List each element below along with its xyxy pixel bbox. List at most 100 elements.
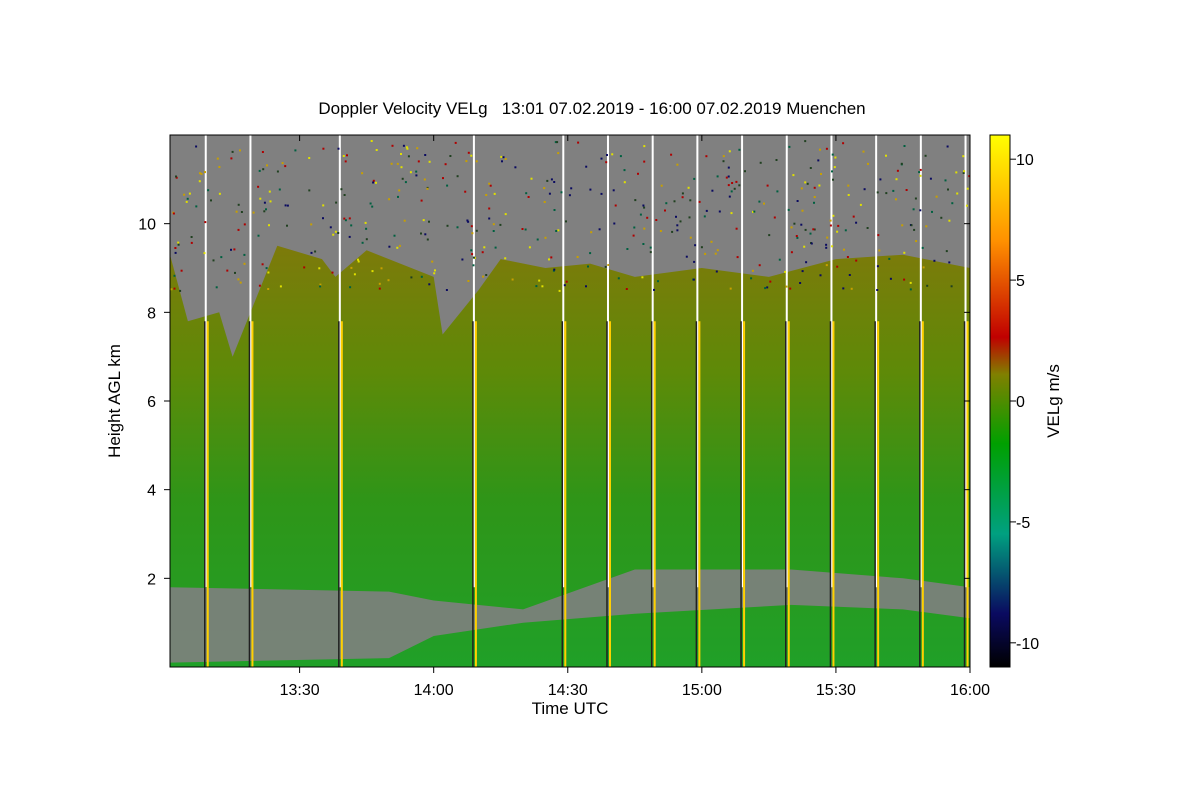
noise-dot (913, 228, 916, 231)
noise-dot (303, 266, 306, 269)
noise-dot (286, 204, 289, 207)
noise-dot (831, 245, 834, 248)
noise-dot (471, 232, 474, 235)
noise-dot (331, 271, 334, 274)
noise-dot (926, 284, 929, 287)
noise-dot (406, 147, 409, 150)
noise-dot (252, 211, 255, 214)
noise-dot (935, 195, 938, 198)
noise-dot (789, 287, 792, 290)
noise-dot (409, 171, 412, 174)
noise-dot (400, 166, 403, 169)
noise-dot (319, 283, 322, 286)
noise-dot (470, 154, 473, 157)
noise-dot (268, 224, 270, 227)
noise-dot (895, 198, 897, 201)
noise-dot (605, 161, 608, 164)
noise-dot (308, 189, 311, 192)
noise-dot (766, 184, 769, 187)
noise-dot (643, 145, 646, 148)
noise-dot (888, 257, 891, 260)
noise-dot (577, 141, 580, 144)
noise-dot (604, 265, 607, 268)
noise-dot (831, 153, 834, 156)
noise-dot (918, 171, 921, 174)
noise-dot (963, 170, 966, 173)
noise-dot (587, 265, 589, 268)
noise-dot (948, 219, 951, 222)
y-axis-label: Height AGL km (105, 344, 124, 458)
noise-dot (546, 179, 549, 182)
noise-dot (855, 259, 858, 262)
noise-dot (727, 166, 730, 169)
noise-dot (401, 177, 404, 180)
chart-title: Doppler Velocity VELg 13:01 07.02.2019 -… (318, 99, 865, 118)
noise-dot (590, 231, 593, 234)
noise-dot (833, 166, 836, 169)
noise-dot (813, 201, 815, 204)
noise-dot (175, 175, 177, 178)
noise-dot (361, 241, 364, 244)
noise-dot (729, 287, 732, 290)
noise-dot (177, 243, 180, 246)
plot-area (170, 135, 970, 667)
noise-dot (626, 248, 629, 250)
noise-dot (693, 177, 696, 180)
noise-dot (607, 264, 610, 266)
noise-dot (728, 195, 731, 198)
noise-dot (310, 251, 313, 254)
noise-dot (931, 210, 933, 213)
noise-dot (461, 258, 464, 261)
noise-dot (643, 227, 646, 230)
noise-dot (220, 256, 223, 259)
noise-dot (492, 223, 495, 226)
noise-dot (556, 141, 559, 144)
noise-dot (446, 184, 449, 187)
noise-dot (348, 217, 351, 220)
noise-dot (190, 241, 193, 244)
noise-dot (350, 266, 353, 269)
noise-dot (266, 164, 268, 167)
noise-dot (703, 215, 706, 218)
noise-dot (649, 251, 652, 254)
noise-dot (370, 140, 373, 142)
noise-dot (504, 257, 507, 260)
noise-dot (424, 154, 427, 156)
noise-dot (801, 270, 804, 273)
noise-dot (623, 181, 626, 184)
noise-dot (876, 265, 879, 268)
noise-dot (800, 223, 803, 226)
noise-dot (190, 236, 193, 238)
noise-dot (398, 189, 401, 192)
noise-dot (842, 142, 845, 145)
noise-dot (576, 256, 579, 258)
noise-dot (733, 187, 736, 190)
noise-dot (685, 255, 688, 258)
noise-dot (812, 228, 815, 231)
noise-dot (557, 152, 560, 155)
noise-dot (676, 163, 679, 166)
noise-dot (847, 194, 850, 196)
noise-dot (847, 184, 850, 187)
noise-dot (641, 276, 644, 279)
noise-dot (407, 155, 410, 158)
noise-dot (843, 248, 845, 251)
noise-dot (240, 211, 243, 213)
noise-dot (402, 144, 405, 147)
noise-dot (901, 224, 904, 227)
noise-dot (390, 162, 393, 165)
noise-dot (378, 287, 381, 290)
noise-dot (535, 285, 538, 288)
noise-dot (500, 155, 503, 158)
noise-dot (237, 203, 240, 206)
noise-dot (945, 250, 948, 253)
noise-dot (410, 276, 413, 279)
noise-dot (625, 288, 628, 290)
noise-dot (736, 256, 739, 259)
noise-dot (600, 192, 603, 195)
noise-dot (711, 189, 714, 192)
noise-dot (393, 234, 396, 237)
noise-dot (801, 209, 804, 212)
noise-dot (415, 174, 418, 177)
y-tick-label: 10 (138, 217, 156, 234)
